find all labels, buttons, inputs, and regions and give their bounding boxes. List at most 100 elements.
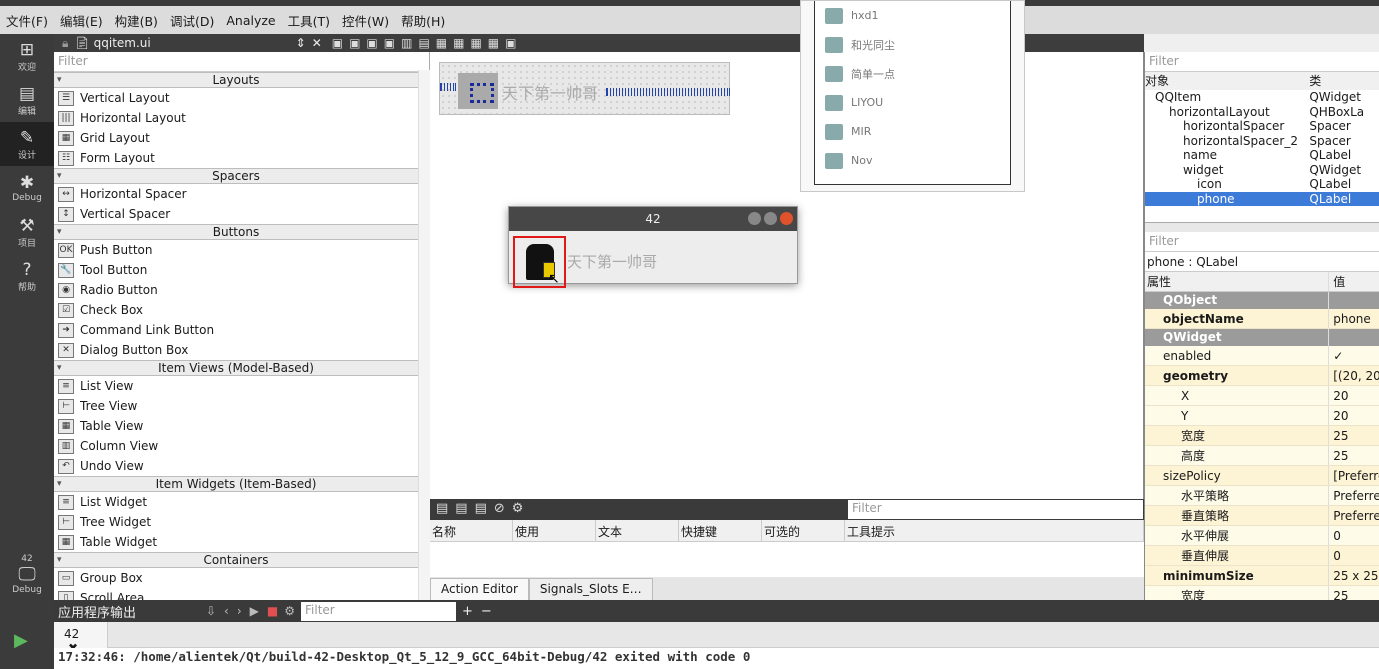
close-document-icon[interactable]: ✕ bbox=[312, 36, 322, 50]
mode-欢迎[interactable]: ⊞ 欢迎 bbox=[0, 34, 54, 78]
tab-action-editor[interactable]: Action Editor bbox=[430, 578, 529, 600]
mode-debug[interactable]: ✱ Debug bbox=[0, 166, 54, 210]
mode-项目[interactable]: ⚒ 项目 bbox=[0, 210, 54, 254]
property-row[interactable]: 宽度 25 bbox=[1145, 586, 1379, 600]
close-icon[interactable] bbox=[780, 212, 793, 225]
widgetbox-item[interactable]: ◉ Radio Button bbox=[54, 280, 429, 300]
run-icon[interactable]: ▶ bbox=[14, 630, 28, 651]
action-col-header[interactable]: 文本 bbox=[596, 520, 679, 541]
minimize-icon[interactable] bbox=[748, 212, 761, 225]
widgetbox-category[interactable]: Buttons bbox=[54, 224, 418, 240]
widgetbox-item[interactable]: OK Push Button bbox=[54, 240, 429, 260]
contact-list-item[interactable]: LIYOU bbox=[815, 88, 1010, 117]
widgetbox-filter-input[interactable]: Filter bbox=[54, 52, 429, 72]
maximize-icon[interactable] bbox=[764, 212, 777, 225]
action-col-header[interactable]: 名称 bbox=[430, 520, 513, 541]
action-filter-input[interactable]: Filter bbox=[848, 500, 1143, 519]
widgetbox-category[interactable]: Spacers bbox=[54, 168, 418, 184]
property-row[interactable]: geometry[(20, 20), bbox=[1145, 366, 1379, 386]
object-row[interactable]: horizontalLayout QHBoxLa bbox=[1145, 105, 1379, 120]
property-row[interactable]: objectName phone bbox=[1145, 309, 1379, 329]
widgetbox-category[interactable]: Containers bbox=[54, 552, 418, 568]
property-row[interactable]: 垂直伸展 0 bbox=[1145, 546, 1379, 566]
widgetbox-category[interactable]: Item Views (Model-Based) bbox=[54, 360, 418, 376]
mode-帮助[interactable]: ? 帮助 bbox=[0, 254, 54, 298]
widgetbox-item[interactable]: ▥ Column View bbox=[54, 436, 429, 456]
widgetbox-item[interactable]: ▯ Scroll Area bbox=[54, 588, 429, 600]
widgetbox-item[interactable]: ✕ Dialog Button Box bbox=[54, 340, 429, 360]
property-row[interactable]: QWidget bbox=[1145, 329, 1379, 346]
document-filename[interactable]: qqitem.ui bbox=[94, 36, 284, 50]
widgetbox-item[interactable]: ⊢ Tree Widget bbox=[54, 512, 429, 532]
widget-placeholder[interactable] bbox=[458, 73, 498, 109]
object-filter-input[interactable]: Filter bbox=[1145, 52, 1379, 72]
stop-icon[interactable]: ■ bbox=[267, 604, 278, 618]
widgetbox-item[interactable]: ↔ Horizontal Spacer bbox=[54, 184, 429, 204]
contact-list-item[interactable]: hxd1 bbox=[815, 1, 1010, 30]
contact-list[interactable]: hxd1 和光同尘 简单一点 LIYOU MIR Nov bbox=[814, 1, 1011, 185]
menu-item-5[interactable]: 工具(T) bbox=[282, 11, 336, 30]
form-qqitem[interactable]: 天下第一帅哥 bbox=[439, 62, 730, 115]
widgetbox-item[interactable]: ☰ Vertical Layout bbox=[54, 88, 429, 108]
contact-list-item[interactable]: 和光同尘 bbox=[815, 30, 1010, 59]
output-tab-42[interactable]: 42 ✖ bbox=[54, 622, 108, 655]
menu-item-2[interactable]: 构建(B) bbox=[109, 11, 164, 30]
remove-icon[interactable]: − bbox=[481, 604, 492, 619]
contact-list-item[interactable]: Nov bbox=[815, 146, 1010, 175]
widgetbox-item[interactable]: ≡ List View bbox=[54, 376, 429, 396]
horizontal-spacer-2[interactable] bbox=[606, 88, 730, 96]
preview-window[interactable]: 42 ↖ 天下第一帅哥 bbox=[508, 206, 798, 288]
property-row[interactable]: minimumSize 25 x 25 bbox=[1145, 566, 1379, 586]
menu-item-4[interactable]: Analyze bbox=[220, 13, 281, 28]
object-row[interactable]: phone QLabel bbox=[1145, 191, 1379, 206]
property-row[interactable]: 垂直策略 Preferre bbox=[1145, 506, 1379, 526]
property-row[interactable]: 宽度 25 bbox=[1145, 426, 1379, 446]
action-col-header[interactable]: 工具提示 bbox=[845, 520, 1144, 541]
action-col-header[interactable]: 快捷键 bbox=[679, 520, 762, 541]
menu-item-1[interactable]: 编辑(E) bbox=[54, 11, 109, 30]
property-row[interactable]: 水平策略 Preferre bbox=[1145, 486, 1379, 506]
object-row[interactable]: horizontalSpacer_2 Spacer bbox=[1145, 134, 1379, 149]
widgetbox-category[interactable]: Item Widgets (Item-Based) bbox=[54, 476, 418, 492]
contact-list-item[interactable]: 简单一点 bbox=[815, 59, 1010, 88]
action-table[interactable] bbox=[430, 542, 1144, 577]
property-row[interactable]: 高度 25 bbox=[1145, 446, 1379, 466]
widgetbox-item[interactable]: ☑ Check Box bbox=[54, 300, 429, 320]
property-row[interactable]: enabled ✓ bbox=[1145, 346, 1379, 366]
mode-设计[interactable]: ✎ 设计 bbox=[0, 122, 54, 166]
output-filter-input[interactable]: Filter bbox=[301, 601, 456, 621]
property-row[interactable]: sizePolicy[Preferre bbox=[1145, 466, 1379, 486]
widgetbox-item[interactable]: ↶ Undo View bbox=[54, 456, 429, 476]
widgetbox-category[interactable]: Layouts bbox=[54, 72, 418, 88]
tab-signals-slots[interactable]: Signals_Slots E… bbox=[528, 578, 653, 600]
settings-icon[interactable]: ⚙ bbox=[284, 604, 295, 618]
object-row[interactable]: horizontalSpacer Spacer bbox=[1145, 119, 1379, 134]
widgetbox-item[interactable]: ⊢ Tree View bbox=[54, 396, 429, 416]
object-row[interactable]: icon QLabel bbox=[1145, 177, 1379, 192]
kit-selector[interactable]: 42 🖵 Debug bbox=[0, 554, 54, 595]
property-row[interactable]: 水平伸展 0 bbox=[1145, 526, 1379, 546]
name-label[interactable]: 天下第一帅哥 bbox=[502, 80, 598, 104]
widgetbox-item[interactable]: ≡ List Widget bbox=[54, 492, 429, 512]
layout-toolbar-icons[interactable]: ▣▣▣▣▥▤▦▦▦▦▣ bbox=[332, 36, 523, 50]
object-row[interactable]: widget QWidget bbox=[1145, 163, 1379, 178]
contact-list-item[interactable]: MIR bbox=[815, 117, 1010, 146]
menu-item-0[interactable]: 文件(F) bbox=[0, 11, 54, 30]
action-toolbar-icons[interactable]: ▤▤▤⊘⚙ bbox=[436, 501, 530, 516]
widgetbox-item[interactable]: ➜ Command Link Button bbox=[54, 320, 429, 340]
widgetbox-item[interactable]: ▭ Group Box bbox=[54, 568, 429, 588]
widgetbox-item[interactable]: 🔧 Tool Button bbox=[54, 260, 429, 280]
property-row[interactable]: Y 20 bbox=[1145, 406, 1379, 426]
widgetbox-item[interactable]: ▦ Table Widget bbox=[54, 532, 429, 552]
menu-item-3[interactable]: 调试(D) bbox=[164, 11, 220, 30]
widgetbox-item[interactable]: ▦ Grid Layout bbox=[54, 128, 429, 148]
combo-arrows-icon[interactable]: ⇕ bbox=[296, 36, 306, 50]
property-row[interactable]: QObject bbox=[1145, 292, 1379, 309]
property-filter-input[interactable]: Filter bbox=[1145, 232, 1379, 252]
action-col-header[interactable]: 使用 bbox=[513, 520, 596, 541]
preview-titlebar[interactable]: 42 bbox=[509, 207, 797, 231]
object-row[interactable]: QQItem QWidget bbox=[1145, 90, 1379, 105]
horizontal-spacer[interactable] bbox=[440, 83, 456, 91]
menu-item-6[interactable]: 控件(W) bbox=[336, 11, 395, 30]
widgetbox-scrollbar[interactable] bbox=[418, 70, 430, 600]
